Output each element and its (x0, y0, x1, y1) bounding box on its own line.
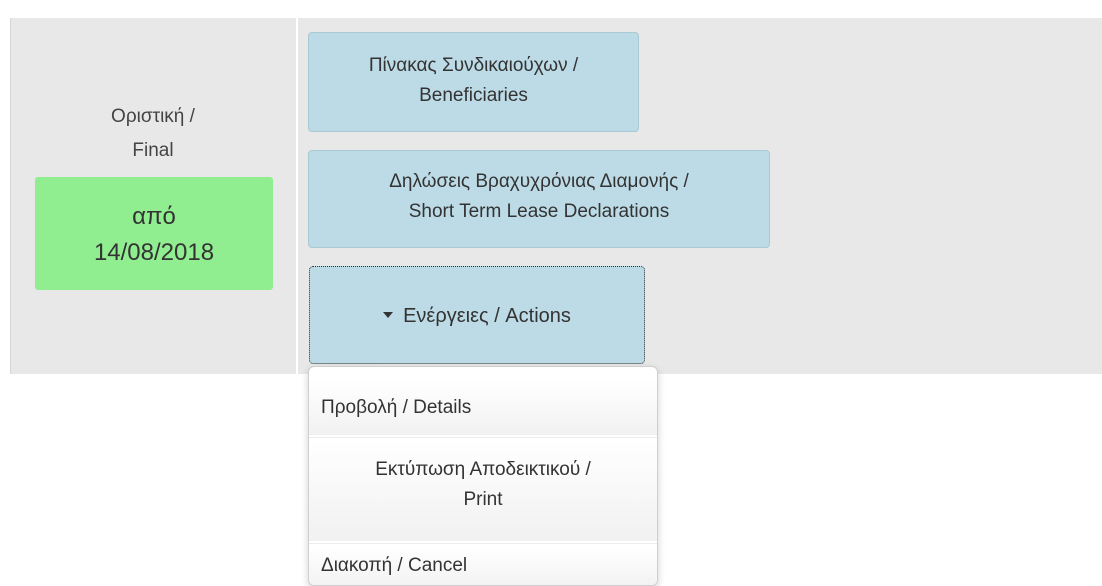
actions-button-label: Ενέργειες / Actions (403, 305, 571, 327)
status-label: Οριστική / Final (10, 100, 296, 168)
actions-dropdown-button[interactable]: Ενέργειες / Actions (309, 266, 645, 364)
menu-separator (309, 543, 657, 544)
status-label-greek: Οριστική / (111, 106, 195, 127)
lease-button-label-greek: Δηλώσεις Βραχυχρόνιας Διαμονής / (389, 171, 689, 192)
menu-item-print-label-english: Print (463, 489, 503, 510)
row-border (10, 18, 11, 374)
status-badge-date: 14/08/2018 (93, 239, 215, 266)
menu-item-cancel-label: Διακοπή / Cancel (321, 555, 468, 576)
actions-dropdown-menu: Προβολή / Details Εκτύπωση Αποδεικτικού … (308, 366, 658, 586)
menu-separator (309, 437, 657, 438)
column-divider (296, 0, 298, 374)
lease-button-label-english: Short Term Lease Declarations (408, 201, 670, 222)
status-badge: από 14/08/2018 (35, 177, 273, 290)
page: Οριστική / Final από 14/08/2018 Πίνακας … (0, 0, 1102, 586)
status-badge-prefix: από (132, 203, 176, 230)
beneficiaries-button-label-greek: Πίνακας Συνδικαιούχων / (368, 55, 579, 76)
caret-down-icon (383, 312, 394, 319)
menu-item-print-label-greek: Εκτύπωση Αποδεικτικού / (375, 459, 591, 480)
menu-item-details-label: Προβολή / Details (321, 397, 472, 418)
short-term-lease-button[interactable]: Δηλώσεις Βραχυχρόνιας Διαμονής / Short T… (308, 150, 770, 248)
beneficiaries-button-label-english: Beneficiaries (419, 85, 528, 106)
status-label-english: Final (132, 140, 174, 161)
menu-item-cancel[interactable]: Διακοπή / Cancel (309, 547, 657, 585)
menu-item-details[interactable]: Προβολή / Details (309, 381, 657, 435)
left-margin (0, 0, 10, 374)
menu-item-print[interactable]: Εκτύπωση Αποδεικτικού / Print (309, 441, 657, 541)
beneficiaries-button[interactable]: Πίνακας Συνδικαιούχων / Beneficiaries (308, 32, 639, 132)
